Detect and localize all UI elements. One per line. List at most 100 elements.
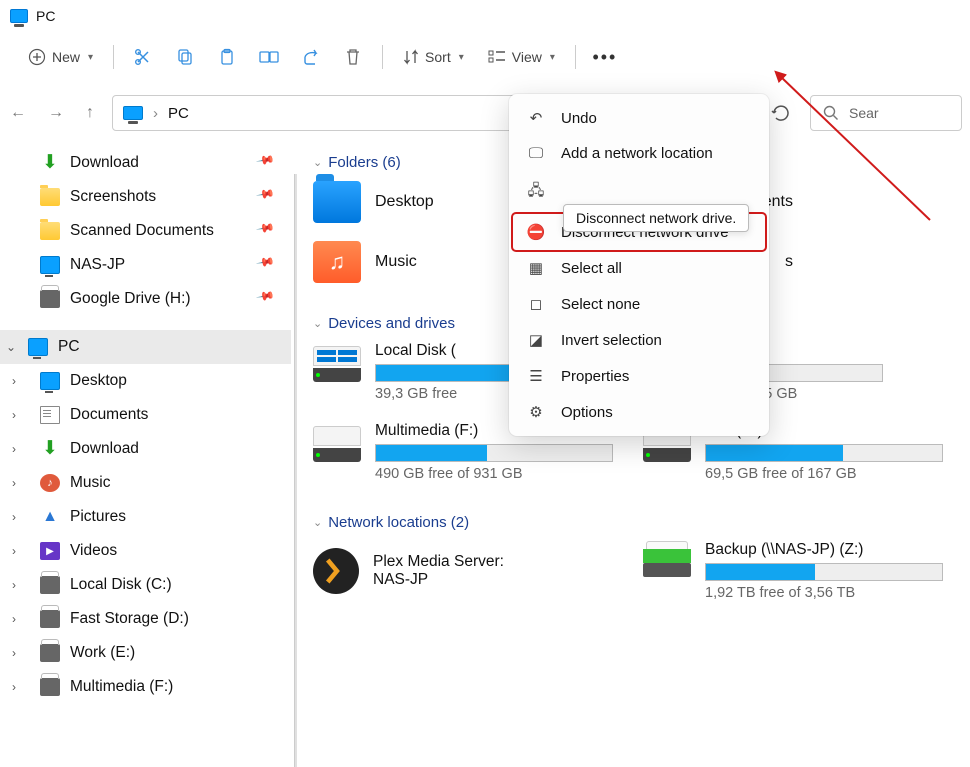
sidebar-item-pc[interactable]: ⌄ PC	[0, 330, 291, 364]
sidebar-item-local-disk-c[interactable]: › Local Disk (C:)	[0, 568, 291, 602]
pc-icon	[10, 9, 28, 23]
sidebar-item-multimedia-f[interactable]: › Multimedia (F:)	[0, 670, 291, 704]
folder-icon	[313, 181, 361, 223]
invert-icon: ◪	[525, 331, 547, 349]
network-backup-z[interactable]: Backup (\\NAS-JP) (Z:) 1,92 TB free of 3…	[643, 541, 943, 601]
menu-label: Undo	[561, 110, 597, 127]
tooltip-text: Disconnect network drive.	[576, 210, 736, 226]
chevron-right-icon[interactable]: ›	[12, 510, 16, 524]
refresh-button[interactable]	[770, 102, 792, 124]
address-location: PC	[168, 105, 189, 122]
copy-button[interactable]	[166, 40, 204, 74]
chevron-right-icon[interactable]: ›	[12, 680, 16, 694]
sidebar-item-label: Screenshots	[70, 188, 156, 206]
videos-icon: ▶	[40, 542, 60, 560]
search-placeholder: Sear	[849, 105, 879, 121]
chevron-down-icon[interactable]: ⌄	[6, 340, 16, 354]
back-button[interactable]: ←	[10, 104, 26, 122]
sidebar-item-videos[interactable]: ›▶Videos	[0, 534, 291, 568]
window-title: PC	[36, 8, 55, 24]
network-sub: NAS-JP	[373, 571, 504, 589]
more-context-menu: ↶Undo 🖵Add a network location 🖧placehold…	[509, 94, 769, 436]
splitter[interactable]	[294, 174, 297, 767]
rename-button[interactable]	[250, 40, 288, 74]
sidebar-item-pictures[interactable]: ›▲Pictures	[0, 500, 291, 534]
menu-options[interactable]: ⚙Options	[513, 394, 765, 430]
undo-icon: ↶	[525, 109, 547, 127]
network-plex[interactable]: Plex Media Server: NAS-JP	[313, 541, 613, 601]
sidebar-item-label: PC	[58, 338, 80, 356]
search-box[interactable]: Sear	[810, 95, 962, 131]
menu-select-all[interactable]: ▦Select all	[513, 250, 765, 286]
sidebar-item-label: Scanned Documents	[70, 222, 214, 240]
sidebar-item-desktop[interactable]: ›Desktop	[0, 364, 291, 398]
chevron-right-icon[interactable]: ›	[12, 544, 16, 558]
menu-properties[interactable]: ☰Properties	[513, 358, 765, 394]
pc-icon	[28, 338, 48, 356]
rename-icon	[259, 48, 279, 66]
menu-undo[interactable]: ↶ Undo	[513, 100, 765, 136]
copy-icon	[176, 48, 194, 66]
sidebar-item-label: Google Drive (H:)	[70, 290, 191, 308]
paste-button[interactable]	[208, 40, 246, 74]
folder-label: Desktop	[375, 193, 434, 211]
menu-label: Add a network location	[561, 145, 713, 162]
menu-select-none[interactable]: ◻Select none	[513, 286, 765, 322]
network-drive-icon	[643, 541, 691, 577]
sidebar-item-nas-jp[interactable]: NAS-JP	[0, 248, 291, 282]
sidebar-item-label: Download	[70, 440, 139, 458]
share-button[interactable]	[292, 40, 330, 74]
network-name: Plex Media Server:	[373, 553, 504, 571]
cut-button[interactable]	[124, 40, 162, 74]
new-label: New	[52, 49, 80, 65]
sidebar-item-label: Multimedia (F:)	[70, 678, 173, 696]
sidebar-item-label: Local Disk (C:)	[70, 576, 172, 594]
chevron-right-icon[interactable]: ›	[12, 476, 16, 490]
menu-add-network-location[interactable]: 🖵 Add a network location	[513, 136, 765, 171]
chevron-right-icon[interactable]: ›	[12, 374, 16, 388]
sidebar-item-download2[interactable]: ›⬇Download	[0, 432, 291, 466]
sidebar-item-download[interactable]: ⬇Download	[0, 146, 291, 180]
monitor-icon: 🖵	[525, 145, 547, 162]
drive-icon	[40, 290, 60, 308]
download-icon: ⬇	[40, 154, 60, 172]
new-button[interactable]: New ▾	[18, 43, 103, 71]
sidebar-item-label: Documents	[70, 406, 148, 424]
sidebar-item-work-e[interactable]: ›Work (E:)	[0, 636, 291, 670]
sort-icon	[403, 49, 419, 65]
pc-icon	[123, 106, 143, 120]
section-network-header[interactable]: ⌄ Network locations (2)	[313, 508, 962, 541]
drive-free: 1,92 TB free of 3,56 TB	[705, 585, 943, 601]
nav-buttons: ← → ↑	[10, 104, 94, 122]
chevron-right-icon[interactable]: ›	[12, 408, 16, 422]
view-button[interactable]: View ▾	[478, 44, 565, 70]
view-label: View	[512, 49, 542, 65]
monitor-icon	[40, 256, 60, 274]
chevron-down-icon: ▾	[550, 52, 555, 63]
separator	[575, 45, 576, 69]
sidebar-item-google-drive[interactable]: Google Drive (H:)	[0, 282, 291, 316]
sidebar-item-documents[interactable]: › Documents	[0, 398, 291, 432]
sidebar-item-label: NAS-JP	[70, 256, 125, 274]
pictures-icon: ▲	[40, 508, 60, 526]
sidebar-item-screenshots[interactable]: Screenshots	[0, 180, 291, 214]
sidebar-item-scanned-docs[interactable]: Scanned Documents	[0, 214, 291, 248]
sidebar-item-music[interactable]: ›♪Music	[0, 466, 291, 500]
sidebar-item-label: Music	[70, 474, 110, 492]
main: ⬇Download Screenshots Scanned Documents …	[0, 138, 970, 767]
more-button[interactable]: •••	[586, 40, 624, 74]
sort-button[interactable]: Sort ▾	[393, 44, 474, 70]
disconnect-icon: ⛔	[525, 223, 547, 241]
chevron-right-icon[interactable]: ›	[12, 442, 16, 456]
chevron-right-icon[interactable]: ›	[12, 612, 16, 626]
up-button[interactable]: ↑	[86, 104, 94, 122]
menu-invert-selection[interactable]: ◪Invert selection	[513, 322, 765, 358]
drive-icon	[40, 610, 60, 628]
usage-bar	[705, 563, 943, 581]
chevron-right-icon[interactable]: ›	[12, 578, 16, 592]
delete-button[interactable]	[334, 40, 372, 74]
forward-button[interactable]: →	[48, 104, 64, 122]
sidebar-item-fast-storage-d[interactable]: ›Fast Storage (D:)	[0, 602, 291, 636]
menu-label: Properties	[561, 368, 629, 385]
chevron-right-icon[interactable]: ›	[12, 646, 16, 660]
